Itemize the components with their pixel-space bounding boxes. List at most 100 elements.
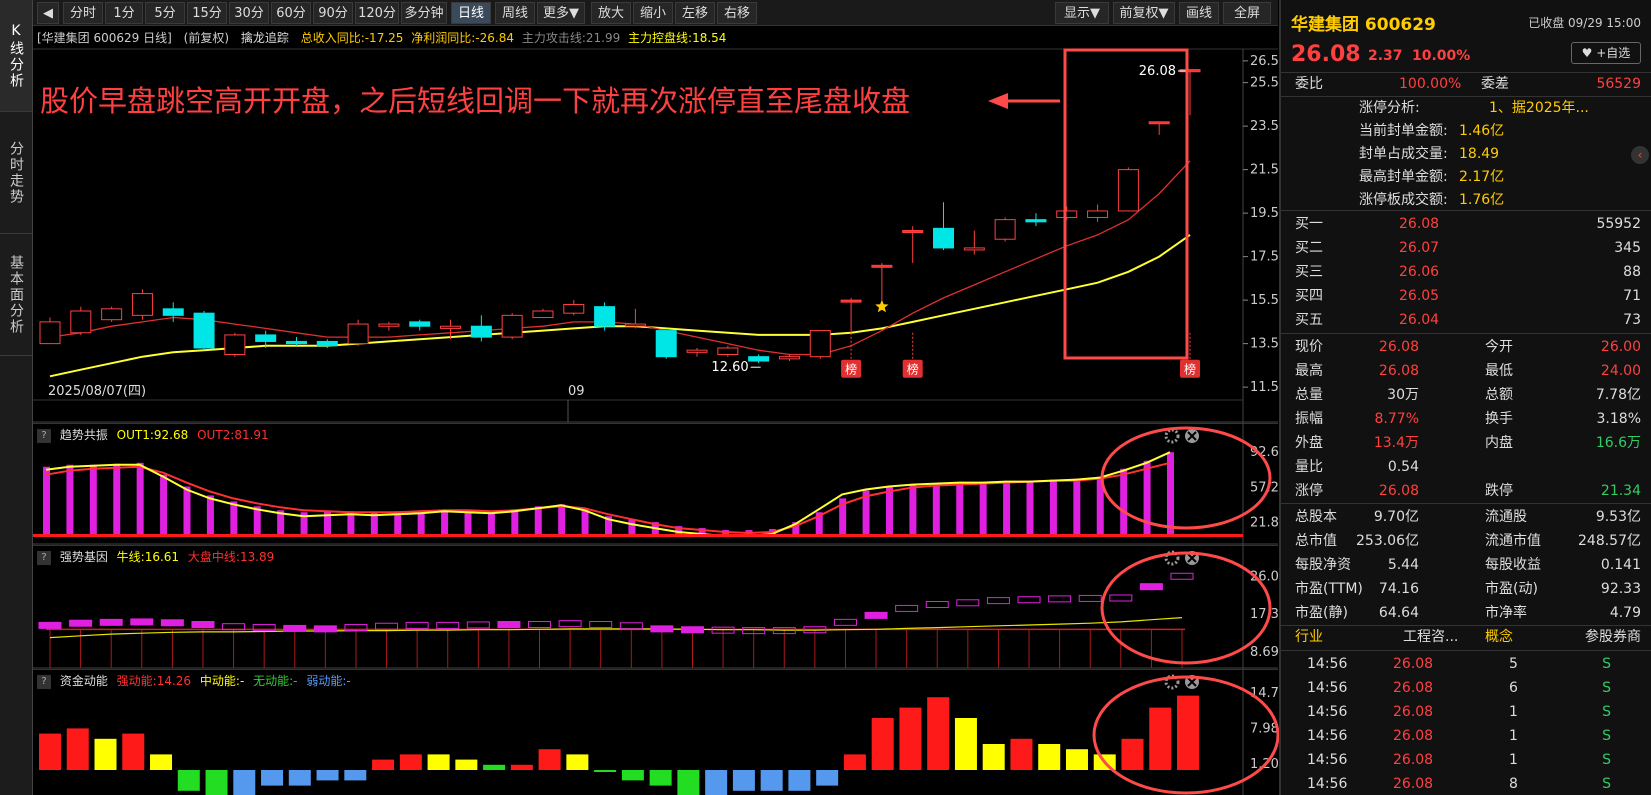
tick-price: 26.08 <box>1393 728 1434 744</box>
weibi-label: 委比 <box>1295 76 1323 92</box>
panel2-box <box>1017 596 1041 604</box>
tick-volume: 1 <box>1509 728 1518 744</box>
stat-row: 外盘 13.4万 内盘 16.6万 <box>1281 431 1651 455</box>
price-tick-label: 15.50 <box>1250 293 1279 308</box>
bid-row[interactable]: 买三 26.06 88 <box>1281 260 1651 284</box>
candle-body <box>563 303 585 314</box>
stat-row: 振幅 8.77% 换手 3.18% <box>1281 407 1651 431</box>
stat-value: 30万 <box>1387 387 1419 403</box>
fund-value: 74.16 <box>1378 581 1419 597</box>
panel2-box <box>864 611 888 619</box>
fund-value: 9.53亿 <box>1595 509 1641 525</box>
highlight-ellipse <box>1100 551 1272 665</box>
fund-row: 每股净资 5.44 每股收益 0.141 <box>1281 553 1651 577</box>
panel3-bar <box>760 770 783 791</box>
stat-row: 量比 0.54 <box>1281 455 1651 479</box>
fund-label: 流通市值 <box>1485 533 1541 549</box>
price-tick-label: 19.50 <box>1250 206 1279 221</box>
stat-label: 跌停 <box>1485 483 1513 499</box>
candle-body <box>224 334 246 355</box>
industry-value[interactable]: 工程咨... <box>1403 625 1458 649</box>
stat-label: 涨停 <box>1295 483 1323 499</box>
fund-value: 4.79 <box>1609 605 1641 621</box>
stat-value: 16.6万 <box>1595 435 1641 451</box>
panel1-bar <box>113 463 121 534</box>
highlight-ellipse <box>1100 426 1272 530</box>
stat-label: 振幅 <box>1295 411 1323 427</box>
tick-volume: 1 <box>1509 752 1518 768</box>
price-tick-label: 21.50 <box>1250 163 1279 178</box>
gear-icon[interactable] <box>1164 428 1180 444</box>
tick-time: 14:56 <box>1307 680 1348 696</box>
panel1-bar <box>464 511 472 534</box>
panel1-bar <box>628 519 636 534</box>
candle-body <box>1117 169 1139 212</box>
candle-body <box>871 264 893 268</box>
concept-value[interactable]: 参股券商 <box>1585 625 1641 649</box>
fund-value: 253.06亿 <box>1356 533 1419 549</box>
stat-row: 最高 26.08 最低 24.00 <box>1281 359 1651 383</box>
panel2-box <box>558 620 582 628</box>
quote-panel: 华建集团 600629 已收盘 09/29 15:00 26.08 2.37 1… <box>1279 0 1651 795</box>
limit-label: 涨停板成交额: <box>1359 192 1448 208</box>
panel1-bar <box>534 506 542 534</box>
panel2-box <box>650 625 674 633</box>
tick-price: 26.08 <box>1393 752 1434 768</box>
fund-value: 248.57亿 <box>1578 533 1641 549</box>
panel1-bar <box>441 510 449 534</box>
bid-row[interactable]: 买四 26.05 71 <box>1281 284 1651 308</box>
high-price-label: 26.08 <box>1139 64 1176 79</box>
panel2-box <box>191 621 215 629</box>
panel3-bar <box>150 754 173 770</box>
panel1-bar <box>1167 452 1174 534</box>
bid-volume: 73 <box>1623 312 1641 328</box>
limit-row: 当前封单金额: 1.46亿 <box>1281 119 1651 143</box>
panel3-bar <box>732 770 755 791</box>
candle-body <box>470 325 492 338</box>
annotation-arrowhead <box>988 93 1008 109</box>
panel3-bar <box>594 770 617 772</box>
limit-row: 封单占成交量: 18.49 <box>1281 142 1651 166</box>
panel1-bar <box>909 484 917 534</box>
fund-row: 市盈(TTM) 74.16 市盈(动) 92.33 <box>1281 577 1651 601</box>
panel3-bar <box>122 733 145 770</box>
panel1-bar <box>511 509 519 534</box>
price-tick-label: 23.50 <box>1250 119 1279 134</box>
panel2-box <box>589 621 613 629</box>
panel2-tick-label: 17.39 <box>1250 607 1279 622</box>
stat-label: 最高 <box>1295 363 1323 379</box>
stat-value: 26.08 <box>1378 339 1419 355</box>
low-price-label: 12.60 <box>711 360 748 375</box>
candle-body <box>101 308 123 321</box>
fund-label: 每股净资 <box>1295 557 1351 573</box>
panel2-box <box>283 624 307 632</box>
market-status: 已收盘 09/29 15:00 <box>1528 16 1641 30</box>
candle-body <box>1148 121 1170 125</box>
candle-body <box>686 349 708 353</box>
stat-value: 26.08 <box>1378 483 1419 499</box>
fund-row: 总市值 253.06亿 流通市值 248.57亿 <box>1281 529 1651 553</box>
panel3-bar <box>94 738 117 770</box>
leaderboard-badge-text: 榜 <box>1184 362 1196 377</box>
candle-body <box>501 314 523 338</box>
panel3-bar <box>899 707 922 770</box>
tick-side: S <box>1602 752 1611 768</box>
candle-body <box>933 227 955 249</box>
add-favorite-button[interactable]: ♥ +自选 <box>1571 42 1641 64</box>
limit-label: 涨停分析: <box>1359 100 1420 116</box>
bid-row[interactable]: 买五 26.04 73 <box>1281 308 1651 332</box>
panel1-bar <box>89 464 97 534</box>
fund-label: 市净率 <box>1485 605 1527 621</box>
bid-volume: 55952 <box>1596 216 1641 232</box>
panel2-box <box>130 618 154 626</box>
bid-row[interactable]: 买二 26.07 345 <box>1281 236 1651 260</box>
collapse-panel-icon[interactable]: ‹ <box>1631 146 1649 164</box>
fund-label: 市盈(TTM) <box>1295 581 1363 597</box>
stat-row: 现价 26.08 今开 26.00 <box>1281 335 1651 359</box>
panel1-bar <box>1120 468 1128 534</box>
tick-time: 14:56 <box>1307 776 1348 792</box>
limit-value: 1、据2025年... <box>1489 100 1589 116</box>
bid-row[interactable]: 买一 26.08 55952 <box>1281 212 1651 236</box>
stat-value: 7.78亿 <box>1595 387 1641 403</box>
panel3-bar <box>1177 695 1199 770</box>
